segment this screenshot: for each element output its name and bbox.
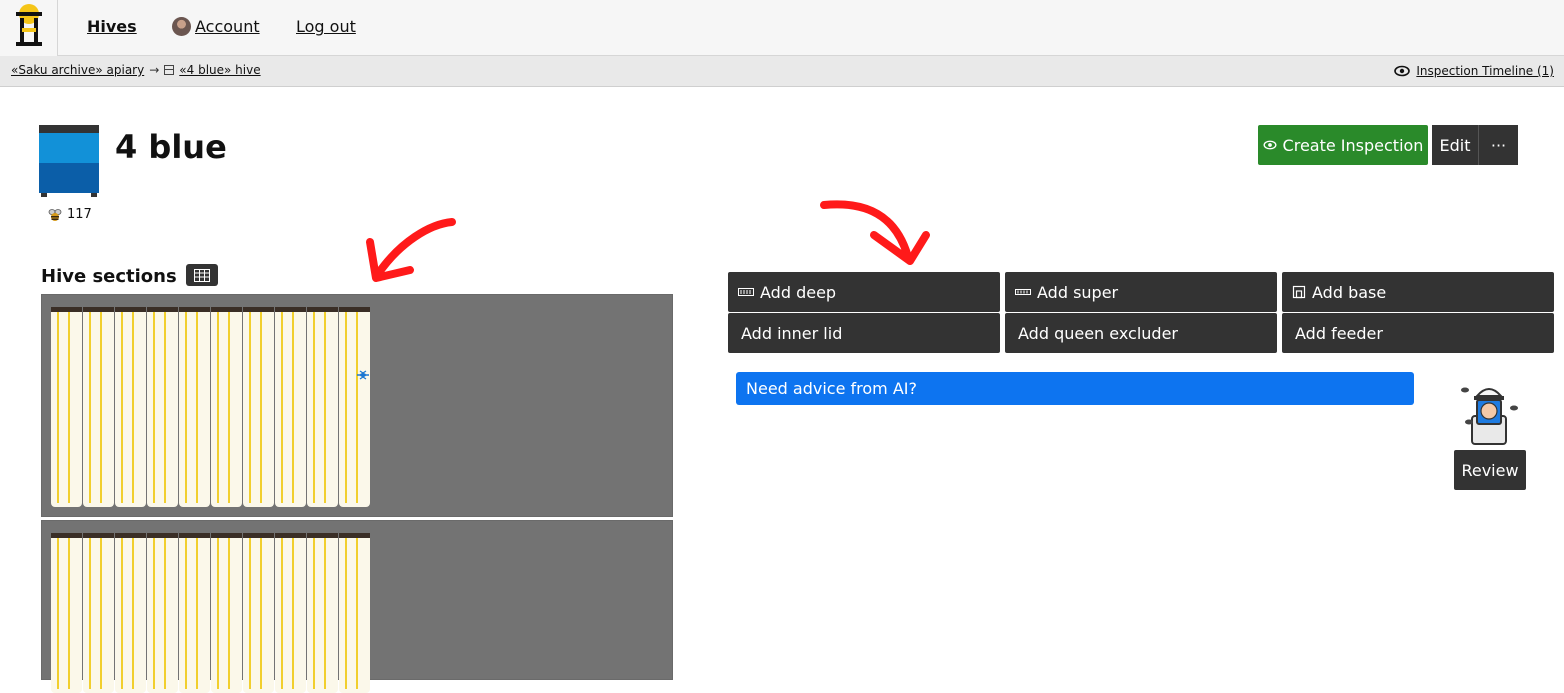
bee-count: 117	[47, 207, 92, 222]
frame[interactable]	[115, 533, 146, 693]
add-super-button[interactable]: Add super	[1005, 272, 1277, 312]
frame[interactable]	[275, 307, 306, 507]
inspection-timeline[interactable]: Inspection Timeline (1)	[1394, 64, 1554, 78]
app-logo[interactable]	[0, 0, 58, 56]
frame[interactable]	[307, 307, 338, 507]
add-feeder-button[interactable]: Add feeder	[1282, 313, 1554, 353]
add-inner-lid-button[interactable]: Add inner lid	[728, 313, 1000, 353]
inspection-timeline-link[interactable]: Inspection Timeline (1)	[1416, 64, 1554, 78]
frame[interactable]	[83, 533, 114, 693]
hive-name: 4 blue	[115, 128, 227, 166]
logo-icon	[16, 4, 42, 46]
add-base-label: Add base	[1312, 282, 1387, 302]
frame[interactable]	[115, 307, 146, 507]
frames-row	[51, 307, 370, 507]
add-super-label: Add super	[1037, 282, 1119, 302]
frame[interactable]	[51, 533, 82, 693]
frame[interactable]	[211, 307, 242, 507]
add-deep-button[interactable]: Add deep	[728, 272, 1000, 312]
top-nav: Hives Account Log out	[0, 0, 1564, 56]
bee-count-value: 117	[67, 207, 92, 222]
frame[interactable]	[307, 533, 338, 693]
create-inspection-label: Create Inspection	[1282, 135, 1424, 155]
frame[interactable]	[211, 533, 242, 693]
nav-logout-link[interactable]: Log out	[296, 17, 356, 36]
table-view-button[interactable]	[186, 264, 218, 286]
frame[interactable]	[243, 533, 274, 693]
queen-bee-icon	[357, 370, 369, 380]
avatar	[172, 17, 191, 36]
grid-icon	[194, 268, 210, 282]
super-box-icon	[1015, 289, 1031, 295]
more-menu-button[interactable]: ···	[1478, 125, 1518, 165]
frame[interactable]	[147, 307, 178, 507]
create-inspection-button[interactable]: Create Inspection	[1258, 125, 1428, 165]
breadcrumb-arrow: →	[149, 63, 160, 77]
hive-box-top	[39, 133, 99, 163]
hive-graphic[interactable]	[39, 125, 99, 197]
beekeeper-icon	[1461, 387, 1518, 445]
add-queen-excluder-button[interactable]: Add queen excluder	[1005, 313, 1277, 353]
ai-advice-button[interactable]: Need advice from AI?	[736, 372, 1414, 405]
add-base-button[interactable]: Add base	[1282, 272, 1554, 312]
frame[interactable]	[147, 533, 178, 693]
breadcrumb: «Saku archive» apiary → «4 blue» hive	[11, 63, 261, 77]
review-button[interactable]: Review	[1454, 450, 1526, 490]
frame[interactable]	[83, 307, 114, 507]
frame[interactable]	[339, 307, 370, 507]
annotation-arrow-left	[366, 218, 456, 282]
frame[interactable]	[179, 307, 210, 507]
deep-box-icon	[738, 288, 754, 296]
frame[interactable]	[179, 533, 210, 693]
annotation-arrow-right	[820, 200, 930, 265]
frame[interactable]	[275, 533, 306, 693]
breadcrumb-bar: «Saku archive» apiary → «4 blue» hive In…	[0, 56, 1564, 87]
nav-hives-link[interactable]: Hives	[87, 17, 137, 36]
hive-icon	[164, 65, 175, 75]
frame[interactable]	[51, 307, 82, 507]
hive-section-box-1[interactable]	[41, 294, 673, 517]
nav-account-link[interactable]: Account	[172, 17, 260, 36]
add-deep-label: Add deep	[760, 282, 837, 302]
edit-button[interactable]: Edit	[1432, 125, 1478, 165]
breadcrumb-hive-link[interactable]: «4 blue» hive	[179, 63, 260, 77]
frame[interactable]	[339, 533, 370, 693]
base-icon	[1292, 285, 1306, 299]
frames-row	[51, 533, 370, 693]
hive-sections-title: Hive sections	[41, 266, 177, 287]
eye-icon	[1263, 140, 1277, 150]
frame[interactable]	[243, 307, 274, 507]
nav-account-label: Account	[195, 17, 260, 36]
hive-section-box-2[interactable]	[41, 520, 673, 693]
breadcrumb-apiary-link[interactable]: «Saku archive» apiary	[11, 63, 144, 77]
bee-icon	[48, 208, 62, 221]
eye-icon	[1394, 65, 1411, 77]
hive-box-bottom	[39, 163, 99, 193]
